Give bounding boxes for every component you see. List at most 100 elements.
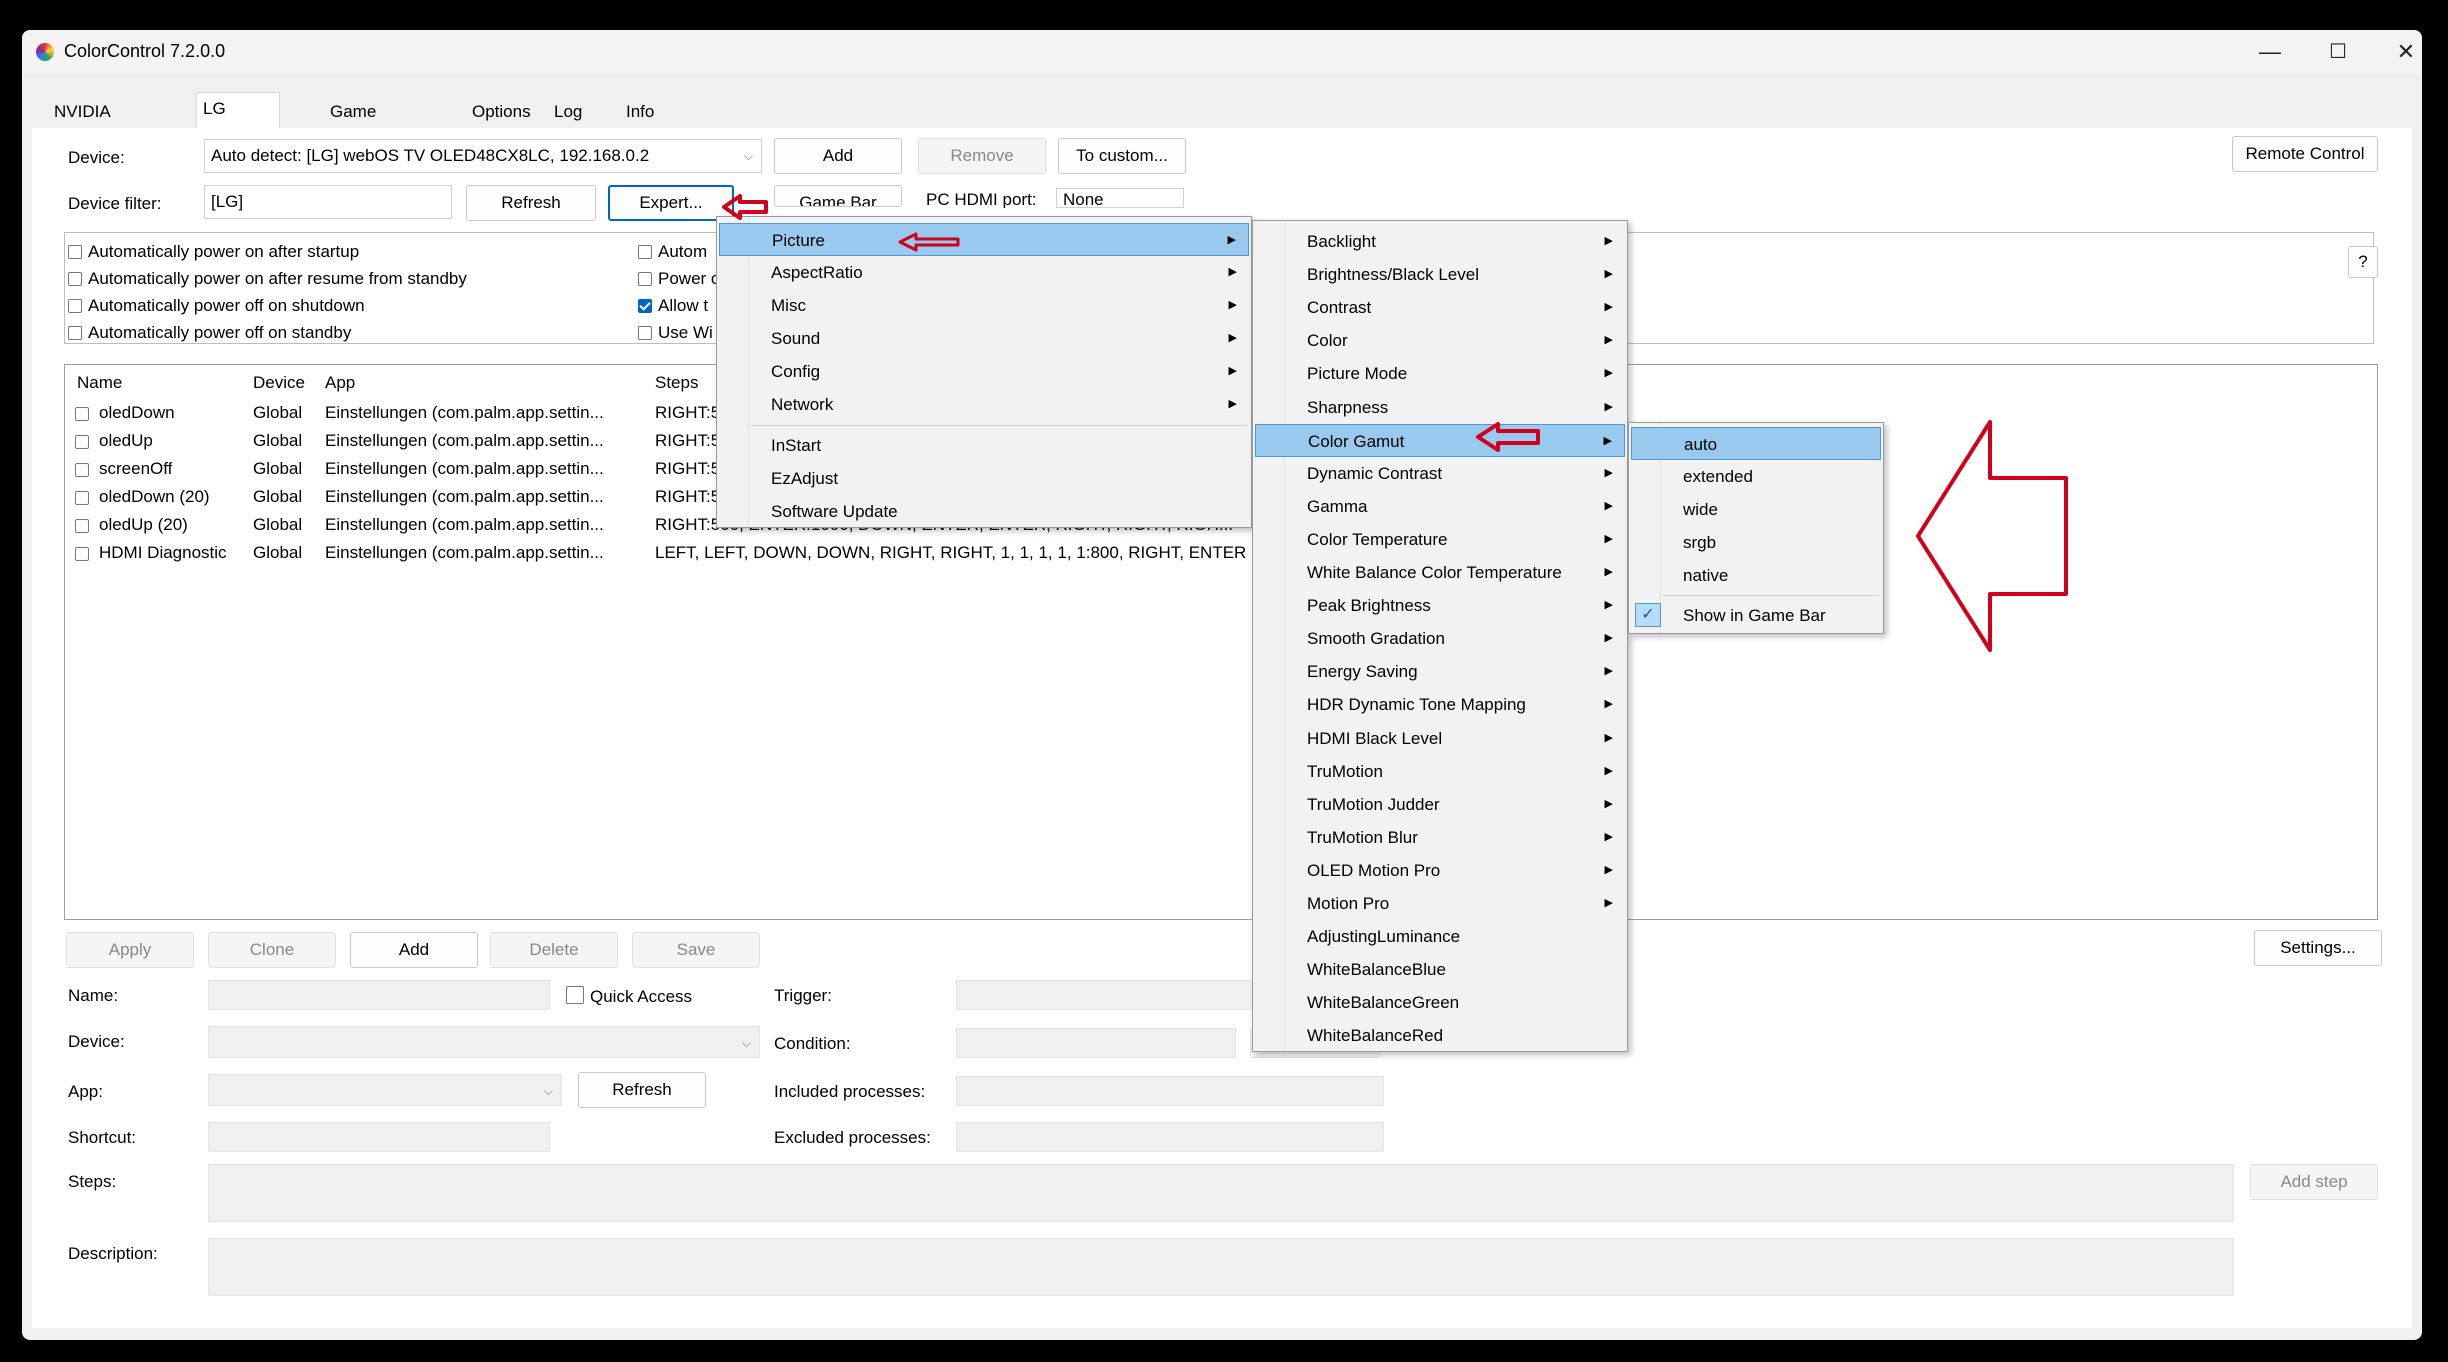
help-button[interactable]: ? bbox=[2348, 246, 2378, 278]
menu-item-gamma[interactable]: Gamma ▶ bbox=[1255, 490, 1625, 523]
menu-item-peak-brightness[interactable]: Peak Brightness ▶ bbox=[1255, 589, 1625, 622]
row-checkbox[interactable] bbox=[75, 547, 89, 561]
menu-item-hdr-dynamic-tone-mapping[interactable]: HDR Dynamic Tone Mapping ▶ bbox=[1255, 688, 1625, 721]
menu-item-trumotion-judder[interactable]: TruMotion Judder ▶ bbox=[1255, 788, 1625, 821]
refresh-apps-button[interactable]: Refresh bbox=[578, 1072, 706, 1108]
menu-item-picture[interactable]: Picture ▶ bbox=[719, 223, 1249, 256]
row-checkbox[interactable] bbox=[75, 491, 89, 505]
menu-item-white-balance-color-temperature[interactable]: White Balance Color Temperature ▶ bbox=[1255, 556, 1625, 589]
save-button[interactable]: Save bbox=[632, 932, 760, 968]
device-combobox[interactable]: Auto detect: [LG] webOS TV OLED48CX8LC, … bbox=[204, 139, 762, 173]
menu-item-label: Network bbox=[771, 395, 834, 414]
power-off-shutdown-checkbox[interactable]: Automatically power off on shutdown bbox=[68, 296, 365, 316]
row-checkbox[interactable] bbox=[75, 463, 89, 477]
minimize-button[interactable]: — bbox=[2242, 34, 2298, 70]
menu-item-trumotion[interactable]: TruMotion ▶ bbox=[1255, 755, 1625, 788]
tab-info[interactable]: Info bbox=[620, 96, 660, 128]
row-checkbox[interactable] bbox=[75, 407, 89, 421]
menu-item-backlight[interactable]: Backlight ▶ bbox=[1255, 225, 1625, 258]
row-checkbox[interactable] bbox=[75, 519, 89, 533]
menu-item-brightness-black-level[interactable]: Brightness/Black Level ▶ bbox=[1255, 258, 1625, 291]
included-processes-input[interactable] bbox=[956, 1076, 1384, 1106]
maximize-button[interactable]: ☐ bbox=[2310, 34, 2366, 70]
menu-item-label: TruMotion Judder bbox=[1307, 794, 1440, 814]
submenu-arrow-icon: ▶ bbox=[1604, 665, 1613, 678]
add-preset-button[interactable]: Add bbox=[350, 932, 478, 968]
menu-item-wide[interactable]: wide bbox=[1631, 493, 1881, 526]
menu-item-ezadjust[interactable]: EzAdjust bbox=[719, 462, 1249, 495]
menu-item-motion-pro[interactable]: Motion Pro ▶ bbox=[1255, 887, 1625, 920]
refresh-devices-button[interactable]: Refresh bbox=[466, 185, 596, 221]
menu-item-contrast[interactable]: Contrast ▶ bbox=[1255, 291, 1625, 324]
column-header-app[interactable]: App bbox=[325, 373, 355, 393]
option-power-checkbox[interactable]: Power o bbox=[638, 269, 720, 289]
add-device-button[interactable]: Add bbox=[774, 138, 902, 174]
apply-button[interactable]: Apply bbox=[66, 932, 194, 968]
menu-item-sound[interactable]: Sound ▶ bbox=[719, 322, 1249, 355]
power-on-resume-checkbox[interactable]: Automatically power on after resume from… bbox=[68, 269, 467, 289]
shortcut-input[interactable] bbox=[208, 1122, 550, 1152]
menu-item-software-update[interactable]: Software Update bbox=[719, 495, 1249, 528]
menu-item-sharpness[interactable]: Sharpness ▶ bbox=[1255, 391, 1625, 424]
description-input[interactable] bbox=[208, 1238, 2234, 1296]
option-use-checkbox[interactable]: Use Wi bbox=[638, 323, 713, 343]
settings-button[interactable]: Settings... bbox=[2254, 930, 2382, 966]
pc-hdmi-port-combobox[interactable]: None bbox=[1056, 188, 1184, 208]
menu-item-hdmi-black-level[interactable]: HDMI Black Level ▶ bbox=[1255, 722, 1625, 755]
column-header-name[interactable]: Name bbox=[77, 373, 122, 393]
game-bar-button[interactable]: Game Bar bbox=[774, 185, 902, 207]
menu-item-instart[interactable]: InStart bbox=[719, 429, 1249, 462]
app-combobox[interactable]: ⌵ bbox=[208, 1074, 562, 1106]
tab-lg-controller[interactable]: LG controller bbox=[196, 92, 280, 150]
menu-item-picture-mode[interactable]: Picture Mode ▶ bbox=[1255, 357, 1625, 390]
menu-item-show-in-game-bar[interactable]: ✓ Show in Game Bar bbox=[1631, 599, 1881, 632]
menu-item-aspectratio[interactable]: AspectRatio ▶ bbox=[719, 256, 1249, 289]
menu-item-trumotion-blur[interactable]: TruMotion Blur ▶ bbox=[1255, 821, 1625, 854]
column-header-device[interactable]: Device bbox=[253, 373, 305, 393]
clone-button[interactable]: Clone bbox=[208, 932, 336, 968]
tab-log[interactable]: Log bbox=[548, 96, 588, 128]
menu-item-color-temperature[interactable]: Color Temperature ▶ bbox=[1255, 523, 1625, 556]
to-custom-button[interactable]: To custom... bbox=[1058, 138, 1186, 174]
power-on-startup-checkbox[interactable]: Automatically power on after startup bbox=[68, 242, 359, 262]
option-allow-checkbox[interactable]: Allow t bbox=[638, 296, 708, 316]
row-name: screenOff bbox=[99, 459, 173, 478]
add-step-button[interactable]: Add step bbox=[2250, 1164, 2378, 1200]
delete-button[interactable]: Delete bbox=[490, 932, 618, 968]
power-off-standby-checkbox[interactable]: Automatically power off on standby bbox=[68, 323, 351, 343]
condition-input[interactable] bbox=[956, 1028, 1236, 1058]
menu-item-misc[interactable]: Misc ▶ bbox=[719, 289, 1249, 322]
option-autom-checkbox[interactable]: Autom bbox=[638, 242, 707, 262]
device-filter-input[interactable]: [LG] bbox=[204, 185, 452, 219]
menu-item-color-gamut[interactable]: Color Gamut ▶ bbox=[1255, 423, 1625, 457]
menu-item-native[interactable]: native bbox=[1631, 559, 1881, 592]
menu-item-color[interactable]: Color ▶ bbox=[1255, 324, 1625, 357]
menu-item-config[interactable]: Config ▶ bbox=[719, 355, 1249, 388]
menu-item-energy-saving[interactable]: Energy Saving ▶ bbox=[1255, 655, 1625, 688]
name-input[interactable] bbox=[208, 980, 550, 1010]
menu-item-whitebalanceblue[interactable]: WhiteBalanceBlue bbox=[1255, 953, 1625, 986]
menu-item-network[interactable]: Network ▶ bbox=[719, 388, 1249, 421]
remove-device-button[interactable]: Remove bbox=[918, 138, 1046, 174]
menu-item-oled-motion-pro[interactable]: OLED Motion Pro ▶ bbox=[1255, 854, 1625, 887]
menu-item-whitebalancegreen[interactable]: WhiteBalanceGreen bbox=[1255, 986, 1625, 1019]
quick-access-checkbox[interactable]: Quick Access bbox=[566, 986, 692, 1007]
menu-item-whitebalancered[interactable]: WhiteBalanceRed bbox=[1255, 1019, 1625, 1052]
row-checkbox[interactable] bbox=[75, 435, 89, 449]
menu-item-srgb[interactable]: srgb bbox=[1631, 526, 1881, 559]
menu-item-dynamic-contrast[interactable]: Dynamic Contrast ▶ bbox=[1255, 457, 1625, 490]
steps-input[interactable] bbox=[208, 1164, 2234, 1222]
device-form-combobox[interactable]: ⌵ bbox=[208, 1026, 760, 1058]
tab-options[interactable]: Options bbox=[466, 96, 537, 128]
remote-control-button[interactable]: Remote Control bbox=[2232, 136, 2378, 172]
close-button[interactable]: ✕ bbox=[2378, 34, 2422, 70]
menu-item-smooth-gradation[interactable]: Smooth Gradation ▶ bbox=[1255, 622, 1625, 655]
tab-game-launcher[interactable]: Game Launcher bbox=[324, 96, 407, 153]
menu-item-extended[interactable]: extended bbox=[1631, 460, 1881, 493]
tab-nvidia-controller[interactable]: NVIDIA controller bbox=[48, 96, 130, 153]
column-header-steps[interactable]: Steps bbox=[655, 373, 698, 393]
menu-item-adjustingluminance[interactable]: AdjustingLuminance bbox=[1255, 920, 1625, 953]
submenu-arrow-icon: ▶ bbox=[1604, 268, 1613, 281]
excluded-processes-input[interactable] bbox=[956, 1122, 1384, 1152]
menu-item-auto[interactable]: auto bbox=[1631, 427, 1881, 460]
